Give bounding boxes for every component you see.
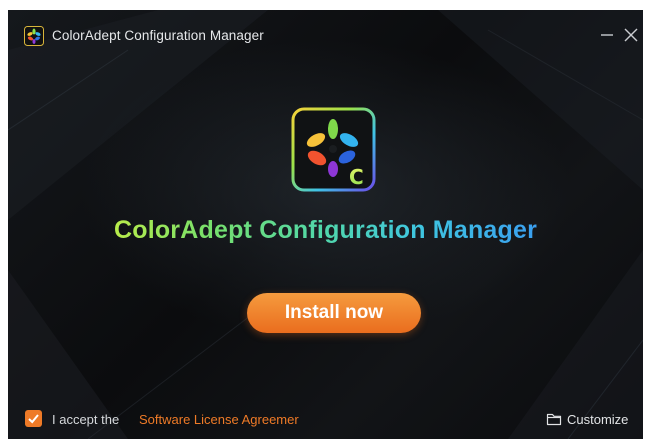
close-button[interactable] bbox=[620, 24, 642, 46]
app-icon bbox=[24, 26, 44, 46]
installer-window: ColorAdept Configuration Manager C Color… bbox=[8, 10, 643, 439]
product-title: ColorAdept Configuration Manager bbox=[8, 216, 643, 245]
minimize-button[interactable] bbox=[596, 24, 618, 46]
minimize-icon bbox=[601, 34, 613, 36]
customize-label: Customize bbox=[567, 412, 629, 427]
install-now-button[interactable]: Install now bbox=[247, 293, 421, 333]
product-title-text: ColorAdept Configuration Manager bbox=[113, 216, 538, 244]
checkmark-icon bbox=[28, 414, 39, 424]
folder-icon bbox=[546, 413, 562, 426]
coloradept-logo-icon: C bbox=[291, 107, 376, 192]
license-agreement-link[interactable]: Software License Agreemer bbox=[139, 412, 299, 427]
close-icon bbox=[624, 28, 638, 42]
logo-letter: C bbox=[349, 165, 364, 189]
window-title: ColorAdept Configuration Manager bbox=[52, 28, 264, 43]
title-bar[interactable]: ColorAdept Configuration Manager bbox=[8, 10, 643, 56]
accept-label: I accept the bbox=[52, 412, 120, 427]
accept-checkbox[interactable] bbox=[25, 410, 42, 427]
